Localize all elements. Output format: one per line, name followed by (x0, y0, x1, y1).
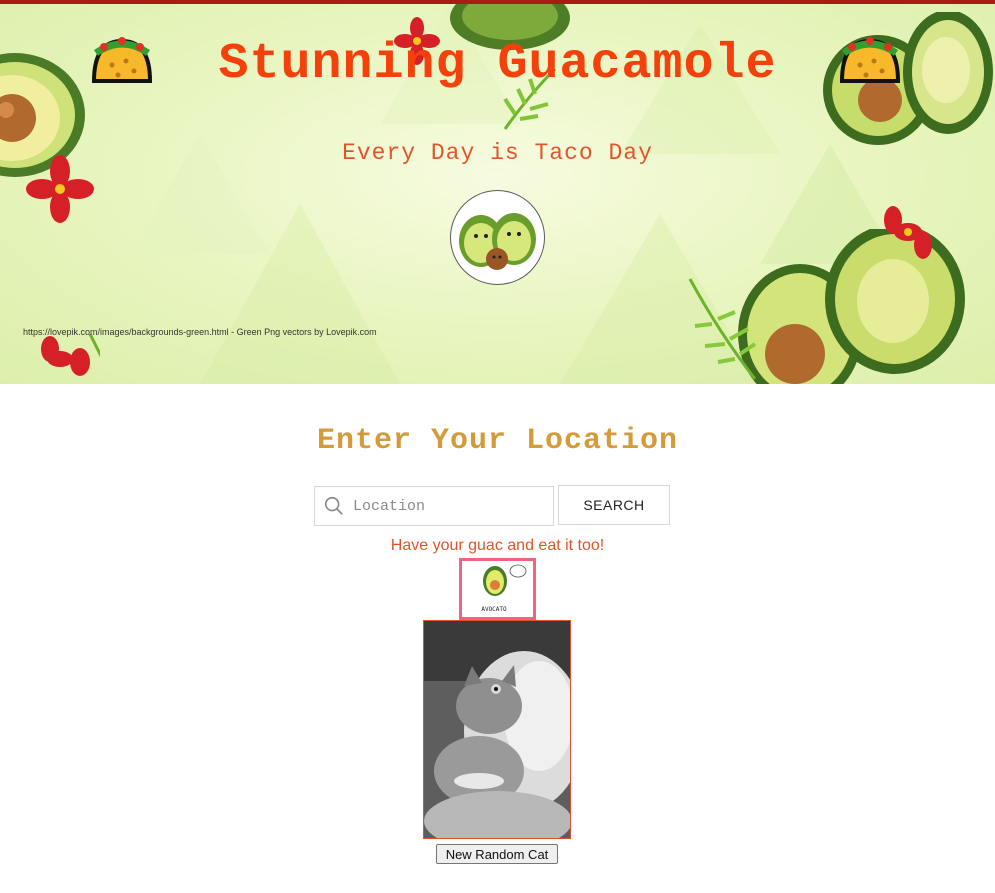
new-random-cat-button[interactable]: New Random Cat (436, 844, 558, 864)
search-button[interactable]: SEARCH (558, 485, 670, 525)
avocato-icon: AVOCATO (481, 564, 527, 613)
flower-bottom-left-icon (41, 334, 100, 376)
avocato-label: AVOCATO (481, 606, 507, 613)
avocado-couple-logo (450, 190, 545, 285)
location-search-box (314, 486, 554, 526)
avocato-image: AVOCATO (459, 558, 536, 620)
location-heading: Enter Your Location (316, 424, 679, 458)
avocado-couple-icon (459, 213, 536, 270)
site-title: Stunning Guacamole (218, 36, 777, 93)
avocado-right-bottom-icon (738, 229, 965, 384)
flower-right-icon (884, 206, 932, 259)
leaf-right-icon (688, 278, 757, 380)
tagline: Every Day is Taco Day (342, 140, 653, 166)
cat-photo-icon (424, 621, 570, 838)
hero-banner: Stunning Guacamole Every Day is Taco Day… (0, 4, 995, 384)
location-input[interactable] (353, 491, 543, 521)
image-credit: https://lovepik.com/images/backgrounds-g… (23, 327, 377, 337)
promo-message: Have your guac and eat it too! (390, 537, 605, 554)
search-icon (324, 496, 343, 515)
random-cat-image (423, 620, 571, 839)
